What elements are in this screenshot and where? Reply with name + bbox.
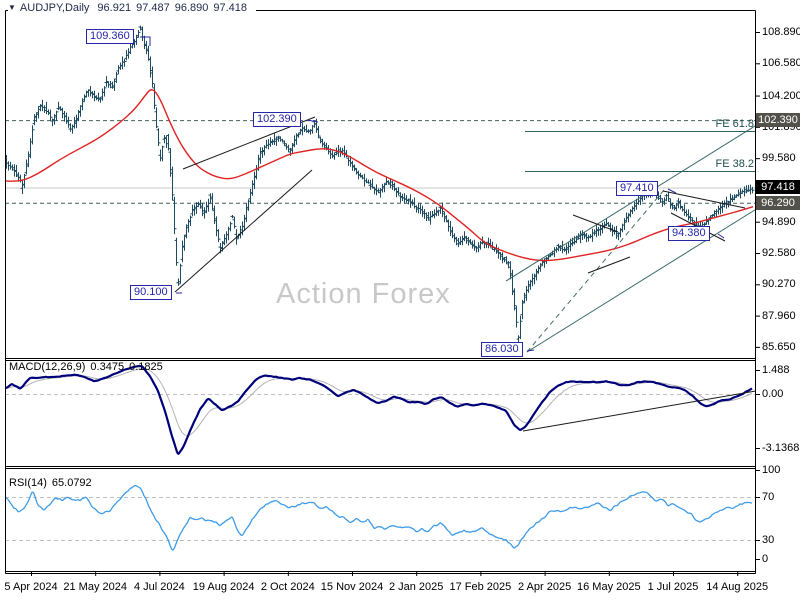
- time-axis-scale[interactable]: [5, 576, 755, 596]
- chart-window: Action Forex ▼ AUDJPY,Daily 96.921 97.487 96…: [0, 0, 800, 600]
- macd-panel[interactable]: [5, 361, 755, 466]
- price-panel[interactable]: [5, 10, 755, 358]
- price-axis-scale[interactable]: [756, 10, 800, 572]
- rsi-panel[interactable]: [5, 469, 755, 571]
